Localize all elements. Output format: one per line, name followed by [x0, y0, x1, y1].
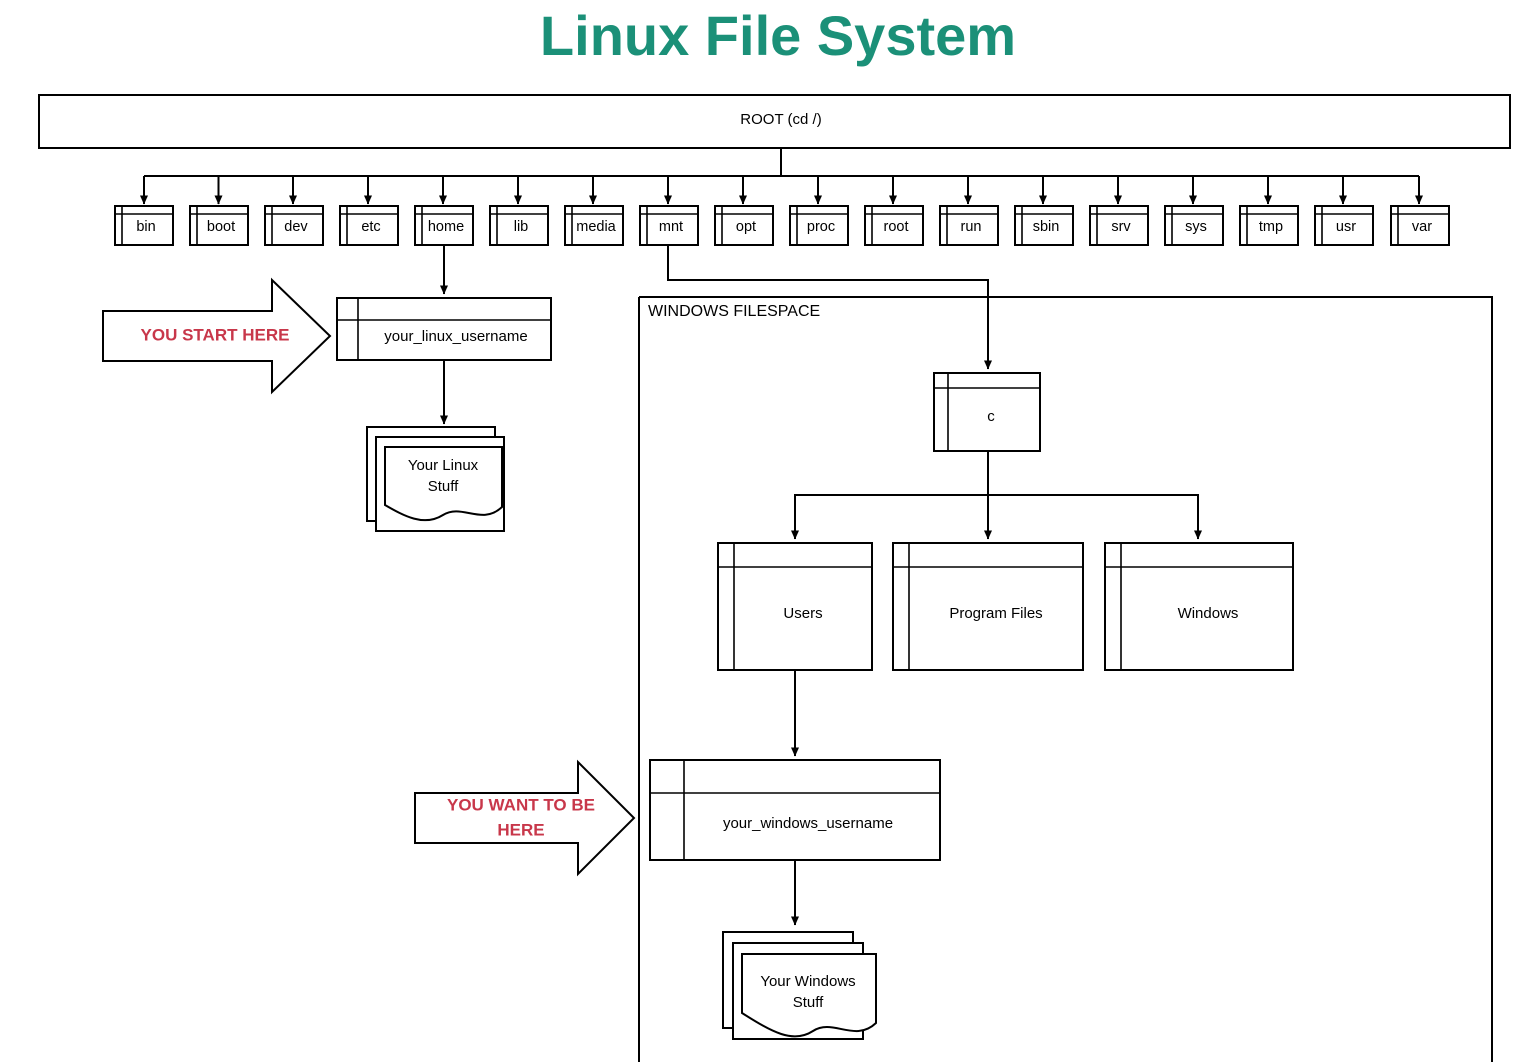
directory-box-etc[interactable]: etc [339, 205, 399, 246]
your-linux-username-label: your_linux_username [384, 328, 527, 345]
your-windows-stuff-line2: Stuff [793, 994, 824, 1011]
directory-box-tmp[interactable]: tmp [1239, 205, 1299, 246]
you-want-to-be-here-line1: YOU WANT TO BE [447, 795, 595, 814]
directory-label: etc [361, 219, 380, 235]
directory-label: srv [1111, 219, 1131, 235]
you-want-to-be-here-line2: HERE [497, 820, 544, 839]
your-linux-username-box[interactable]: your_linux_username [336, 297, 552, 361]
diagram-canvas: Linux File System ROOT (cd /) bin boot d… [0, 0, 1531, 1062]
directory-label: sys [1185, 219, 1207, 235]
directory-label: proc [807, 219, 835, 235]
directory-label: bin [136, 219, 155, 235]
your-windows-username-label: your_windows_username [723, 815, 893, 832]
root-label: ROOT (cd /) [740, 111, 821, 128]
c-drive-label: c [987, 408, 995, 425]
your-windows-username-box[interactable]: your_windows_username [649, 759, 941, 861]
linux-file-system-diagram: Linux File System ROOT (cd /) bin boot d… [38, 4, 1511, 1062]
users-folder-box[interactable]: Users [717, 542, 873, 671]
directory-box-media[interactable]: media [564, 205, 624, 246]
directory-label: sbin [1033, 219, 1060, 235]
your-windows-stuff-documents[interactable]: Your Windows Stuff [722, 931, 877, 1040]
directory-label: home [428, 219, 464, 235]
program-files-folder-box[interactable]: Program Files [892, 542, 1084, 671]
your-windows-stuff-line1: Your Windows [760, 973, 855, 990]
directory-box-run[interactable]: run [939, 205, 999, 246]
directory-label: usr [1336, 219, 1356, 235]
directory-box-root[interactable]: root [864, 205, 924, 246]
directory-box-var[interactable]: var [1390, 205, 1450, 246]
directory-box-usr[interactable]: usr [1314, 205, 1374, 246]
program-files-folder-label: Program Files [949, 605, 1042, 622]
directory-box-sys[interactable]: sys [1164, 205, 1224, 246]
you-start-here-label: YOU START HERE [141, 325, 290, 344]
directory-drop-arrows [140, 176, 1423, 205]
users-folder-label: Users [783, 605, 822, 622]
c-drive-box[interactable]: c [933, 372, 1041, 452]
directory-label: boot [207, 219, 235, 235]
you-want-to-be-here-callout: YOU WANT TO BE HERE [414, 759, 636, 877]
directory-box-bin[interactable]: bin [114, 205, 174, 246]
directory-box-sbin[interactable]: sbin [1014, 205, 1074, 246]
page-title: Linux File System [540, 4, 1016, 67]
windows-folder-label: Windows [1178, 605, 1239, 622]
directory-box-lib[interactable]: lib [489, 205, 549, 246]
directory-box-dev[interactable]: dev [264, 205, 324, 246]
directory-label: var [1412, 219, 1432, 235]
directory-box-home[interactable]: home [414, 205, 474, 246]
directory-box-mnt[interactable]: mnt [639, 205, 699, 246]
your-linux-stuff-line2: Stuff [428, 478, 459, 495]
your-linux-stuff-line1: Your Linux [408, 457, 479, 474]
directory-label: mnt [659, 219, 683, 235]
directory-label: media [576, 219, 616, 235]
directory-label: lib [514, 219, 529, 235]
directory-box-boot[interactable]: boot [189, 205, 249, 246]
directory-label: dev [284, 219, 308, 235]
directory-label: root [884, 219, 909, 235]
you-start-here-callout: YOU START HERE [102, 277, 332, 395]
windows-filespace-label: WINDOWS FILESPACE [648, 303, 820, 320]
c-to-folders-connectors [791, 451, 1202, 540]
your-linux-stuff-documents[interactable]: Your Linux Stuff [366, 426, 505, 532]
directory-label: opt [736, 219, 756, 235]
windows-folder-box[interactable]: Windows [1104, 542, 1294, 671]
directory-label: run [961, 219, 982, 235]
directory-box-opt[interactable]: opt [714, 205, 774, 246]
directory-label: tmp [1259, 219, 1283, 235]
directory-box-proc[interactable]: proc [789, 205, 849, 246]
directory-box-srv[interactable]: srv [1089, 205, 1149, 246]
